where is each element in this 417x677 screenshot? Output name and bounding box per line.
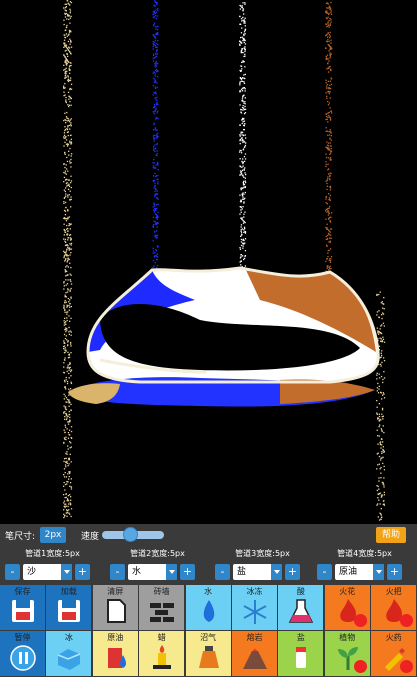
pipe-2-plus-button[interactable]: +	[180, 564, 195, 580]
tool-gunpowder-button[interactable]: 火药	[371, 631, 417, 676]
pipe-2-minus-button[interactable]: -	[110, 564, 125, 580]
tool-label: 加载	[60, 587, 77, 596]
pipe-3-material-value: 盐	[237, 567, 247, 577]
pipe-1-minus-button[interactable]: -	[5, 564, 20, 580]
tool-ice-button[interactable]: 冰	[46, 631, 92, 676]
gas-icon	[198, 646, 219, 668]
tool-label: 火把	[385, 587, 402, 596]
pipe-2-control: 管道2宽度:5px - 水 +	[105, 548, 210, 584]
lock-icon	[400, 660, 414, 673]
load-icon	[58, 600, 81, 622]
snowflake-icon	[243, 600, 267, 624]
tool-plant-button[interactable]: 植物	[324, 631, 370, 676]
control-panel: 笔尺寸: 2px 速度 帮助 管道1宽度:5px - 沙 + 管道2宽度:5px…	[0, 524, 417, 677]
material-grid: 保存 加载 清屏 砖墙 水 冰冻 酸 火花 火把暂停 冰 原油 蜡 沼气 熔岩 盐 植物 火药	[0, 585, 417, 677]
powder-game-app: 笔尺寸: 2px 速度 帮助 管道1宽度:5px - 沙 + 管道2宽度:5px…	[0, 0, 417, 677]
brush-size-button[interactable]: 2px	[40, 527, 66, 543]
speed-slider-thumb[interactable]	[122, 527, 138, 542]
pipe-4-control: 管道4宽度:5px - 原油 +	[312, 548, 417, 584]
tool-label: 保存	[14, 587, 31, 596]
chevron-down-icon	[271, 564, 282, 580]
tool-snowflake-button[interactable]: 冰冻	[232, 585, 277, 630]
ice-icon	[58, 649, 81, 670]
water-icon	[203, 600, 214, 622]
pipe-4-plus-button[interactable]: +	[387, 564, 402, 580]
pipe-4-width-label: 管道4宽度:5px	[337, 549, 392, 558]
brush-size-label: 笔尺寸:	[5, 532, 36, 542]
pipe-2-width-label: 管道2宽度:5px	[130, 549, 185, 558]
tool-label: 熔岩	[246, 633, 263, 642]
speed-label: 速度	[81, 532, 100, 542]
tool-label: 原油	[107, 633, 124, 642]
pipe-3-control: 管道3宽度:5px - 盐 +	[210, 548, 315, 584]
pipe-1-width-label: 管道1宽度:5px	[25, 549, 80, 558]
pipe-2-material-value: 水	[132, 567, 142, 577]
clear-icon	[106, 599, 126, 623]
tool-label: 植物	[339, 633, 356, 642]
tool-label: 沼气	[200, 633, 217, 642]
pipe-1-material-value: 沙	[27, 567, 37, 577]
pipe-4-minus-button[interactable]: -	[317, 564, 332, 580]
tool-brick-button[interactable]: 砖墙	[139, 585, 185, 630]
pipe-1-material-select[interactable]: 沙	[23, 564, 72, 580]
pipe-2-material-select[interactable]: 水	[128, 564, 177, 580]
chevron-down-icon	[166, 564, 177, 580]
tool-acid-button[interactable]: 酸	[278, 585, 324, 630]
pipe-3-material-select[interactable]: 盐	[233, 564, 282, 580]
pipe-4-material-select[interactable]: 原油	[335, 564, 384, 580]
tool-wax-button[interactable]: 蜡	[139, 631, 185, 676]
oil-icon	[107, 648, 126, 668]
tool-label: 蜡	[157, 633, 166, 642]
lock-icon	[353, 614, 367, 627]
simulation-canvas[interactable]	[0, 0, 417, 524]
tool-label: 水	[204, 587, 213, 596]
tool-water-button[interactable]: 水	[185, 585, 231, 630]
tool-label: 酸	[296, 587, 305, 596]
chevron-down-icon	[373, 564, 384, 580]
tool-salt-button[interactable]: 盐	[278, 631, 324, 676]
pipe-3-plus-button[interactable]: +	[285, 564, 300, 580]
top-toolbar: 笔尺寸: 2px 速度 帮助	[0, 524, 417, 546]
tool-label: 盐	[296, 633, 305, 642]
tool-pause-button[interactable]: 暂停	[0, 631, 45, 676]
tool-oil-button[interactable]: 原油	[92, 631, 138, 676]
tool-label: 火药	[385, 633, 402, 642]
pipe-4-material-value: 原油	[339, 567, 358, 577]
tool-torch-button[interactable]: 火把	[371, 585, 417, 630]
chevron-down-icon	[61, 564, 72, 580]
pipe-1-control: 管道1宽度:5px - 沙 +	[0, 548, 105, 584]
lock-icon	[353, 660, 367, 673]
acid-icon	[289, 599, 314, 623]
tool-label: 清屏	[107, 587, 124, 596]
pipe-3-minus-button[interactable]: -	[215, 564, 230, 580]
tool-label: 暂停	[14, 633, 31, 642]
tool-label: 砖墙	[153, 587, 170, 596]
tool-label: 火花	[339, 587, 356, 596]
pipe-1-plus-button[interactable]: +	[75, 564, 90, 580]
tool-lava-button[interactable]: 熔岩	[232, 631, 277, 676]
tool-clear-button[interactable]: 清屏	[92, 585, 138, 630]
tool-label: 冰	[64, 633, 73, 642]
tool-load-button[interactable]: 加载	[46, 585, 92, 630]
salt-icon	[296, 647, 307, 668]
save-icon	[12, 600, 34, 622]
tool-save-button[interactable]: 保存	[0, 585, 45, 630]
tool-gas-button[interactable]: 沼气	[185, 631, 231, 676]
tool-label: 冰冻	[246, 587, 263, 596]
lock-icon	[400, 614, 414, 627]
particle-layer	[63, 0, 386, 521]
tool-spark-button[interactable]: 火花	[324, 585, 370, 630]
wax-icon	[153, 645, 172, 669]
pause-icon	[10, 645, 36, 671]
help-button[interactable]: 帮助	[376, 527, 406, 543]
pipe-3-width-label: 管道3宽度:5px	[235, 549, 290, 558]
speed-slider[interactable]	[102, 527, 164, 542]
brick-icon	[150, 603, 175, 622]
lava-icon	[243, 648, 267, 669]
